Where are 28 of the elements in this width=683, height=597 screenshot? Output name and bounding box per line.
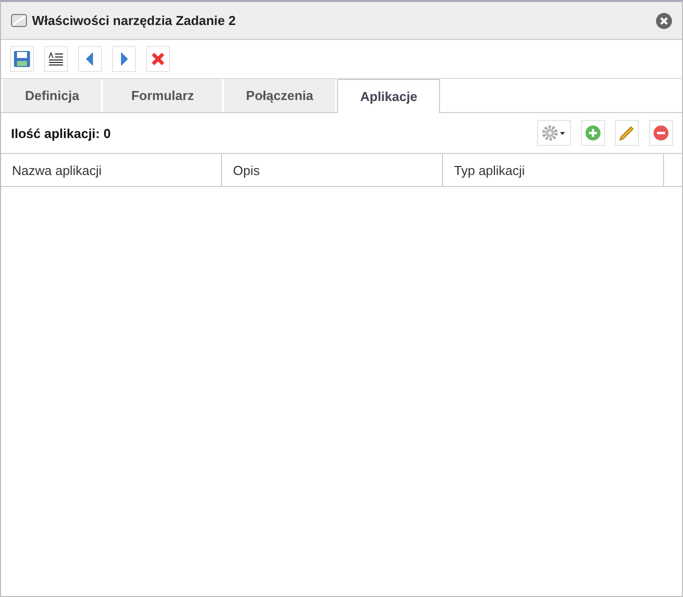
delete-button[interactable] bbox=[146, 46, 170, 72]
format-button[interactable] bbox=[44, 46, 68, 72]
tab[interactable]: Połączenia bbox=[224, 79, 336, 112]
gear-icon bbox=[542, 125, 566, 141]
cross-icon bbox=[151, 52, 165, 66]
edit-button[interactable] bbox=[615, 120, 639, 146]
add-button[interactable] bbox=[581, 120, 605, 146]
previous-button[interactable] bbox=[78, 46, 102, 72]
settings-menu-button[interactable] bbox=[537, 120, 571, 146]
pencil-icon bbox=[618, 124, 636, 142]
left-arrow-icon bbox=[86, 52, 94, 66]
window-icon bbox=[11, 14, 27, 27]
close-icon[interactable] bbox=[656, 12, 672, 28]
tab[interactable]: Definicja bbox=[3, 79, 102, 112]
right-arrow-icon bbox=[120, 52, 128, 66]
column-header[interactable]: Nazwa aplikacji bbox=[1, 154, 222, 186]
window-title: Właściwości narzędzia Zadanie 2 bbox=[32, 13, 237, 28]
column-header[interactable]: Opis bbox=[222, 154, 443, 186]
tab[interactable]: Formularz bbox=[103, 79, 222, 112]
minus-circle-icon bbox=[653, 125, 669, 141]
application-count: Ilość aplikacji: 0 bbox=[11, 126, 112, 140]
remove-button[interactable] bbox=[649, 120, 673, 146]
save-button[interactable] bbox=[10, 46, 34, 72]
column-header[interactable]: Typ aplikacji bbox=[443, 154, 664, 186]
text-lines-icon bbox=[48, 52, 64, 66]
tab[interactable]: Aplikacje bbox=[337, 79, 440, 113]
plus-circle-icon bbox=[585, 125, 601, 141]
next-button[interactable] bbox=[112, 46, 136, 72]
